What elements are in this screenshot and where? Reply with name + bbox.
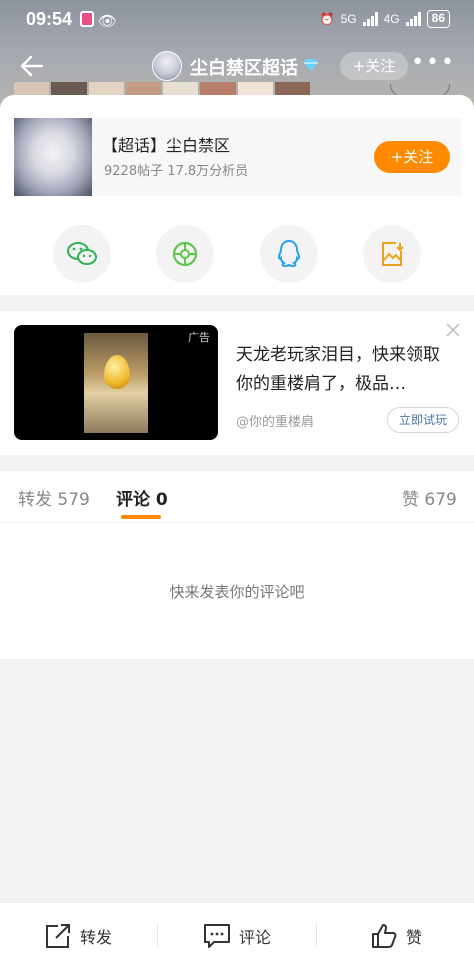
tab-likes-count: 679 [424,490,457,510]
repost-label: 转发 [80,928,113,947]
tab-reposts[interactable]: 转发 579 [18,485,90,510]
golden-egg-image [104,355,130,389]
tab-comments[interactable]: 评论 0 [116,485,168,510]
share-qq-button[interactable] [260,225,318,283]
tab-reposts-count: 579 [57,490,90,510]
more-options-icon[interactable]: ••• [411,52,456,74]
topic-card[interactable]: 【超话】尘白禁区 9228帖子 17.8万分析员 +关注 [14,118,462,196]
ad-cta-button[interactable]: 立即试玩 [387,407,459,433]
topic-stats: 9228帖子 17.8万分析员 [104,160,248,179]
like-button[interactable]: 赞 [370,921,422,951]
topic-cover-image [14,118,92,196]
tab-likes[interactable]: 赞 679 [402,485,457,510]
topic-follow-button[interactable]: +关注 [374,141,450,173]
status-bar: 09:54 👁 ⏰ 5G 4G 86 [0,0,474,40]
empty-comments-message: 快来发表你的评论吧 [169,583,305,601]
ad-card[interactable]: 广告 天龙老玩家泪目，快来领取你的重楼肩了，极品… @你的重楼肩 立即试玩 [0,311,474,455]
divider [316,923,317,947]
share-moments-button[interactable] [156,225,214,283]
tab-reposts-label: 转发 [18,490,52,510]
tab-bar: 转发 579 评论 0 赞 679 [0,471,474,523]
ad-source[interactable]: @你的重楼肩 [236,411,314,430]
bottom-action-bar: 转发 评论 赞 [0,902,474,967]
app-notification-icon [80,11,94,27]
page-title: 尘白禁区超话 [190,58,298,79]
status-time: 09:54 [26,9,73,29]
topic-name: 【超话】尘白禁区 [102,136,231,155]
repost-button[interactable]: 转发 [44,921,112,951]
header-follow-button[interactable]: +关注 [340,52,408,80]
comments-empty-state: 快来发表你的评论吧 [0,523,474,659]
like-label: 赞 [406,928,423,947]
comment-label: 评论 [239,928,272,947]
save-image-button[interactable] [363,225,421,283]
active-tab-indicator [121,515,161,519]
tab-likes-label: 赞 [402,490,419,510]
topic-members: 17.8万分析员 [167,164,249,179]
signal-icon [362,12,378,26]
ad-tag: 广告 [188,331,210,344]
comment-icon [204,924,230,948]
qq-icon [277,239,301,268]
topic-avatar-small[interactable] [152,51,182,81]
moments-icon [172,241,198,267]
network-label-1: 5G [340,12,357,26]
topic-posts: 9228帖子 [104,164,164,179]
tab-comments-label: 评论 [116,490,150,510]
divider [157,923,158,947]
topic-section: 【超话】尘白禁区 9228帖子 17.8万分析员 +关注 [0,95,474,295]
share-wechat-button[interactable] [53,225,111,283]
diamond-badge-icon [304,59,318,71]
back-arrow-icon[interactable] [18,52,46,80]
ad-thumbnail[interactable]: 广告 [14,325,218,440]
repost-icon [46,924,70,948]
save-image-icon [382,242,404,266]
comment-button[interactable]: 评论 [203,921,271,951]
wechat-icon [67,242,97,265]
eye-icon: 👁 [98,12,118,30]
tab-comments-count: 0 [155,490,168,510]
navigation-bar: 尘白禁区超话 +关注 ••• [0,44,474,88]
signal-icon-2 [405,12,421,26]
battery-indicator: 86 [426,10,450,28]
network-label-2: 4G [383,12,400,26]
alarm-icon: ⏰ [319,12,335,26]
thumbs-up-icon [372,924,397,948]
share-row [0,225,474,285]
ad-headline[interactable]: 天龙老玩家泪目，快来领取你的重楼肩了，极品… [236,341,456,399]
close-ad-icon[interactable] [446,323,460,337]
